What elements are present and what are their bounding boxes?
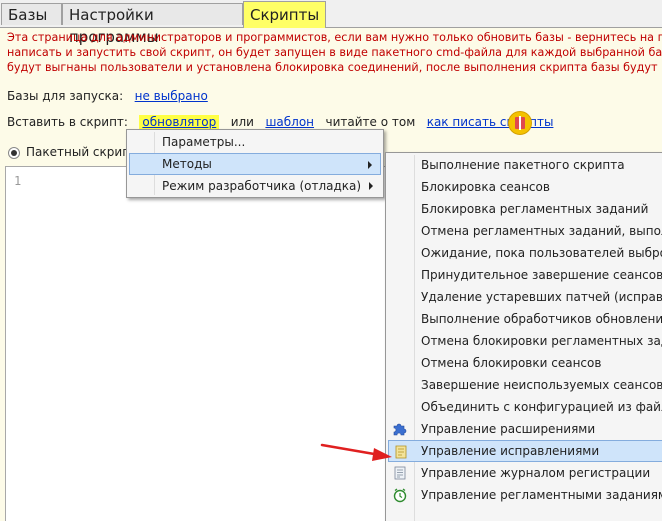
- method-item-label: Управление расширениями: [421, 422, 596, 436]
- menu-item-label: Методы: [162, 157, 212, 171]
- batch-script-radio[interactable]: [8, 147, 20, 159]
- insert-label: Вставить в скрипт:: [7, 115, 128, 129]
- method-item[interactable]: Отмена регламентных заданий, выполня: [388, 220, 662, 242]
- tab-scripts[interactable]: Скрипты: [243, 1, 326, 28]
- or-text: или: [230, 115, 254, 129]
- bases-label: Базы для запуска:: [7, 89, 124, 103]
- insert-row: Вставить в скрипт: обновлятор или шаблон…: [7, 115, 553, 129]
- method-item[interactable]: Завершение неиспользуемых сеансов: [388, 374, 662, 396]
- method-item[interactable]: Выполнение обработчиков обновления (: [388, 308, 662, 330]
- method-item-label: Объединить с конфигурацией из файла: [421, 400, 662, 414]
- method-item[interactable]: Блокировка регламентных заданий: [388, 198, 662, 220]
- method-item-label: Отмена блокировки сеансов: [421, 356, 602, 370]
- method-item-event-log[interactable]: Управление журналом регистрации: [388, 462, 662, 484]
- clock-icon: [393, 488, 407, 503]
- method-item[interactable]: Выполнение пакетного скрипта: [388, 154, 662, 176]
- log-icon: [394, 466, 406, 480]
- method-item-label: Управление журналом регистрации: [421, 466, 651, 480]
- puzzle-icon: [393, 423, 407, 436]
- method-item-label: Отмена блокировки регламентных задан: [421, 334, 662, 348]
- annotation-arrow-icon: [320, 443, 392, 461]
- bases-row: Базы для запуска: не выбрано: [7, 89, 208, 103]
- menu-item-parameters[interactable]: Параметры...: [129, 131, 381, 153]
- method-item-label: Выполнение обработчиков обновления (: [421, 312, 662, 326]
- bases-select-link[interactable]: не выбрано: [135, 89, 208, 103]
- submenu-arrow-icon: [369, 182, 373, 190]
- gift-icon[interactable]: [508, 111, 532, 135]
- template-link[interactable]: шаблон: [265, 115, 314, 129]
- tab-settings[interactable]: Настройки программы: [62, 3, 243, 46]
- how-to-scripts-link[interactable]: как писать скрипты: [427, 115, 554, 129]
- method-item[interactable]: Блокировка сеансов: [388, 176, 662, 198]
- method-item-label: Отмена регламентных заданий, выполня: [421, 224, 662, 238]
- read-about-text: читайте о том: [325, 115, 416, 129]
- method-item[interactable]: Отмена блокировки сеансов: [388, 352, 662, 374]
- tab-bar: Базы Настройки программы Скрипты: [0, 0, 662, 46]
- description: Эта страница для администраторов и прогр…: [7, 30, 662, 75]
- description-line: Эта страница для администраторов и прогр…: [7, 31, 662, 44]
- method-item-patches[interactable]: Управление исправлениями: [388, 440, 662, 462]
- method-item-label: Управление исправлениями: [421, 444, 600, 458]
- line-number: 1: [14, 174, 22, 188]
- menu-item-developer-mode[interactable]: Режим разработчика (отладка): [129, 175, 381, 197]
- method-item[interactable]: Ожидание, пока пользователей выброси: [388, 242, 662, 264]
- method-item-label: Управление регламентными заданиями: [421, 488, 662, 502]
- submenu-arrow-icon: [368, 161, 372, 169]
- method-item-label: Блокировка сеансов: [421, 180, 550, 194]
- method-item-label: Удаление устаревших патчей (исправлен: [421, 290, 662, 304]
- menu-item-methods[interactable]: Методы: [129, 153, 381, 175]
- batch-script-label: Пакетный скрипт: [26, 145, 138, 159]
- method-item-extensions[interactable]: Управление расширениями: [388, 418, 662, 440]
- method-item[interactable]: Объединить с конфигурацией из файла: [388, 396, 662, 418]
- method-item[interactable]: Принудительное завершение сеансов (кр: [388, 264, 662, 286]
- method-item-label: Блокировка регламентных заданий: [421, 202, 649, 216]
- method-item-label: Выполнение пакетного скрипта: [421, 158, 625, 172]
- menu-item-label: Режим разработчика (отладка): [162, 179, 362, 193]
- description-line: будут выгнаны пользователи и установлена…: [7, 61, 658, 74]
- method-item[interactable]: Отмена блокировки регламентных задан: [388, 330, 662, 352]
- method-item-label: Ожидание, пока пользователей выброси: [421, 246, 662, 260]
- menu-item-label: Параметры...: [162, 135, 246, 149]
- method-item-label: Принудительное завершение сеансов (кр: [421, 268, 662, 282]
- tab-bases[interactable]: Базы: [1, 3, 62, 25]
- methods-submenu: Выполнение пакетного скрипта Блокировка …: [385, 152, 662, 521]
- updater-link[interactable]: обновлятор: [139, 115, 220, 129]
- method-item-scheduled-jobs[interactable]: Управление регламентными заданиями: [388, 484, 662, 506]
- context-menu: Параметры... Методы Режим разработчика (…: [126, 129, 384, 198]
- description-line: написать и запустить свой скрипт, он буд…: [7, 46, 662, 59]
- method-item[interactable]: Удаление устаревших патчей (исправлен: [388, 286, 662, 308]
- method-item-label: Завершение неиспользуемых сеансов: [421, 378, 662, 392]
